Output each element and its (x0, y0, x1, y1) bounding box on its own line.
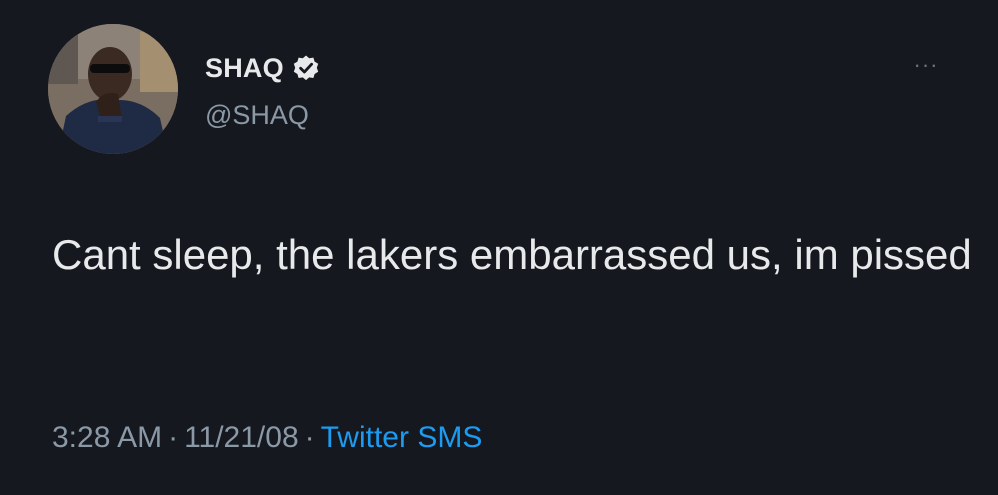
tweet-text: Cant sleep, the lakers embarrassed us, i… (52, 231, 972, 278)
tweet-meta: 3:28 AM · 11/21/08 · Twitter SMS (52, 421, 482, 455)
more-options-icon[interactable]: ··· (908, 50, 944, 80)
tweet-card: SHAQ @SHAQ ··· Cant sleep, the lakers em… (0, 0, 998, 495)
tweet-time[interactable]: 3:28 AM (52, 421, 162, 454)
avatar-image (48, 24, 178, 154)
tweet-date[interactable]: 11/21/08 (184, 421, 299, 454)
user-handle[interactable]: @SHAQ (205, 100, 309, 131)
tweet-source-link[interactable]: Twitter SMS (321, 421, 483, 454)
meta-separator: · (304, 421, 315, 454)
meta-separator: · (168, 421, 179, 454)
avatar[interactable] (48, 24, 178, 154)
display-name[interactable]: SHAQ (205, 53, 284, 84)
verified-badge-icon (292, 54, 320, 82)
display-name-row[interactable]: SHAQ (205, 50, 320, 86)
